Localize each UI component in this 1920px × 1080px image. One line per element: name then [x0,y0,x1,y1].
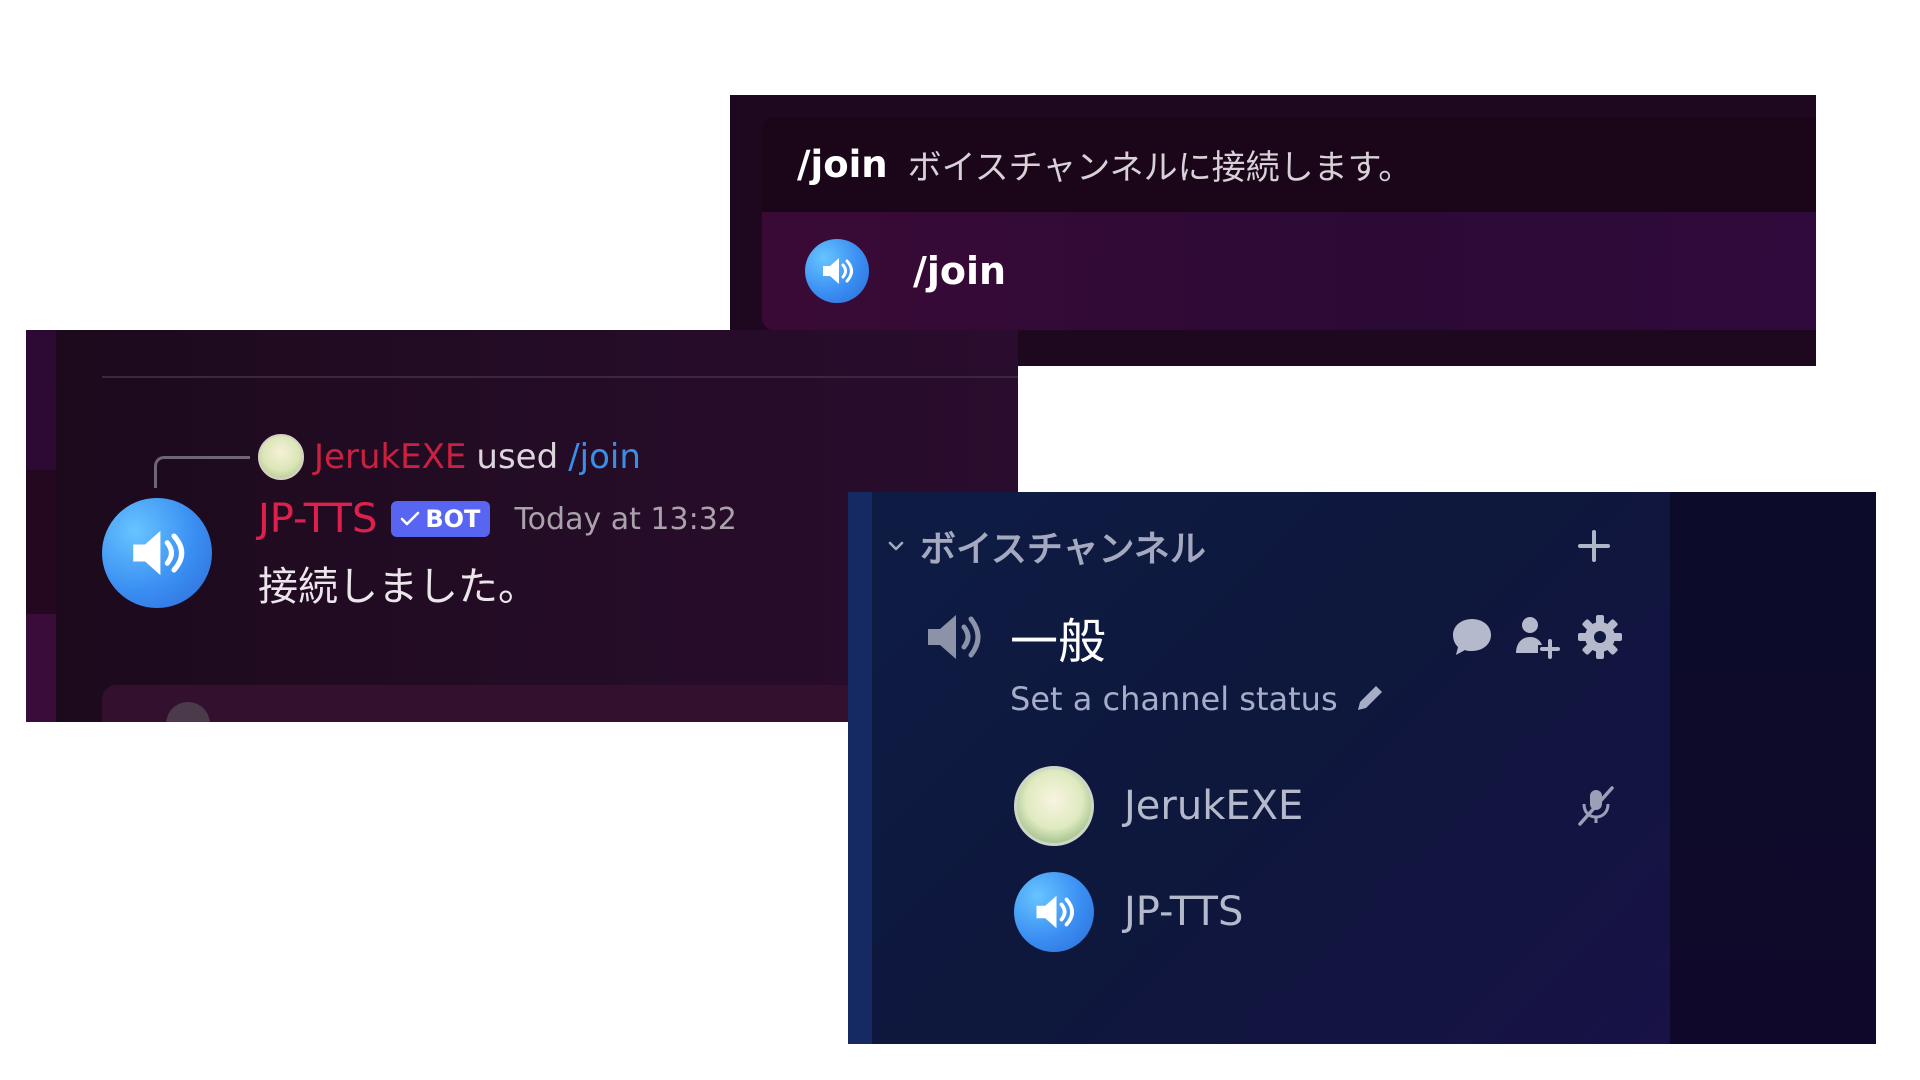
message-divider [102,376,1018,378]
chat-rail-accent [26,614,56,722]
channel-actions [1448,613,1624,661]
bot-badge-label: BOT [425,505,481,533]
category-name: ボイスチャンネル [920,529,1206,570]
channel-status[interactable]: Set a channel status [1010,680,1386,718]
message-author[interactable]: JP-TTS [258,496,377,542]
command-name: /join [797,143,888,186]
chevron-down-icon [888,541,904,551]
user-avatar[interactable] [258,434,304,480]
speaker-icon [805,239,869,303]
add-member-icon[interactable] [1510,613,1562,661]
speaker-icon [1014,872,1094,952]
voice-member[interactable]: JP-TTS [1014,872,1624,952]
speaker-icon [102,498,212,608]
reply-username[interactable]: JerukEXE [314,437,466,477]
voice-channel-general[interactable]: 一般 [924,602,1624,672]
channel-status-placeholder: Set a channel status [1010,680,1338,718]
message-header: JP-TTS BOT Today at 13:32 [258,496,737,542]
slash-command-popup: /join ボイスチャンネルに接続します。 /join [730,95,1816,366]
bot-avatar[interactable] [102,498,212,608]
message-content: 接続しました。 [258,564,538,610]
channel-name: 一般 [1010,614,1107,670]
command-option-label: /join [913,249,1007,293]
chat-bubble-icon[interactable] [1448,613,1496,661]
voice-member[interactable]: JerukEXE [1014,766,1624,846]
muted-mic-icon [1578,786,1614,826]
chat-rail-accent [26,330,56,470]
member-name: JerukEXE [1124,783,1304,829]
reply-command-link[interactable]: /join [568,437,641,477]
command-reference[interactable]: JerukEXE used /join [258,434,641,480]
user-avatar [1014,766,1094,846]
bot-badge: BOT [391,501,491,537]
speaker-icon [928,615,981,659]
plus-icon[interactable] [1574,526,1614,566]
reply-connector-line [154,456,250,488]
gear-icon[interactable] [1576,613,1624,661]
category-header[interactable]: ボイスチャンネル [884,520,1614,572]
voice-channel-sidebar: ボイスチャンネル 一般 Set a channel status JerukEX… [848,492,1876,1044]
pencil-icon[interactable] [1352,682,1386,716]
message-timestamp: Today at 13:32 [514,501,737,537]
command-description: ボイスチャンネルに接続します。 [907,148,1413,188]
command-option-join[interactable]: /join [762,212,1816,330]
checkmark-icon [401,511,420,526]
sidebar-rail [848,492,872,1044]
reply-used-text: used [476,437,559,477]
sidebar-right-area [1670,492,1876,1044]
command-popup-header: /join ボイスチャンネルに接続します。 [762,117,1816,212]
member-name: JP-TTS [1124,889,1244,935]
